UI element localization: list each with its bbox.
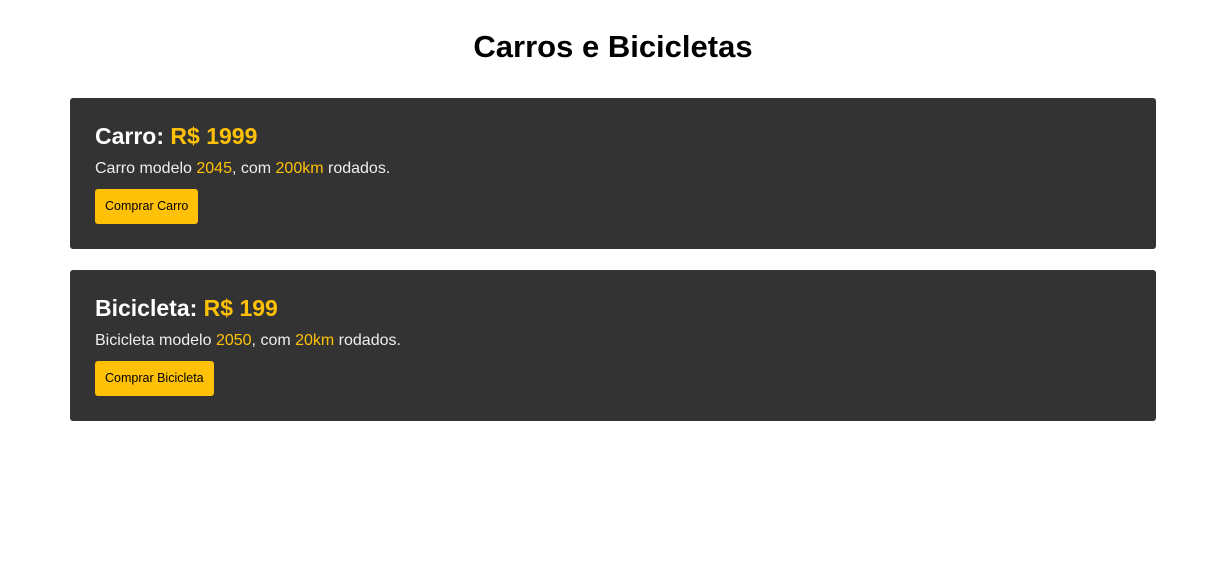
page-title: Carros e Bicicletas: [473, 29, 753, 64]
buy-bicycle-button[interactable]: Comprar Bicicleta: [95, 361, 214, 396]
bicycle-card: Bicicleta: R$ 199 Bicicleta modelo 2050,…: [70, 270, 1156, 421]
bicycle-km: 20km: [295, 332, 335, 349]
car-description: Carro modelo 2045, com 200km rodados.: [95, 159, 390, 179]
car-label: Carro:: [95, 123, 165, 149]
buy-car-button[interactable]: Comprar Carro: [95, 189, 199, 224]
bicycle-price: R$ 199: [203, 295, 278, 321]
car-desc-prefix: Carro modelo: [95, 160, 197, 177]
bicycle-model: 2050: [215, 332, 252, 349]
page: Carros e Bicicletas Carro: R$ 1999 Carro…: [0, 0, 1231, 564]
car-model: 2045: [196, 160, 232, 177]
car-card: Carro: R$ 1999 Carro modelo 2045, com 20…: [70, 98, 1156, 249]
car-km: 200km: [275, 160, 324, 177]
bicycle-desc-suffix: rodados.: [334, 332, 401, 349]
car-desc-suffix: rodados.: [323, 160, 391, 177]
bicycle-description: Bicicleta modelo 2050, com 20km rodados.: [95, 331, 401, 351]
car-title: Carro: R$ 1999: [95, 122, 257, 150]
bicycle-title: Bicicleta: R$ 199: [95, 294, 278, 322]
bicycle-desc-prefix: Bicicleta modelo: [95, 332, 216, 349]
bicycle-desc-middle: , com: [251, 332, 296, 349]
car-desc-middle: , com: [231, 160, 276, 177]
bicycle-label: Bicicleta:: [95, 295, 198, 321]
car-price: R$ 1999: [170, 123, 258, 149]
